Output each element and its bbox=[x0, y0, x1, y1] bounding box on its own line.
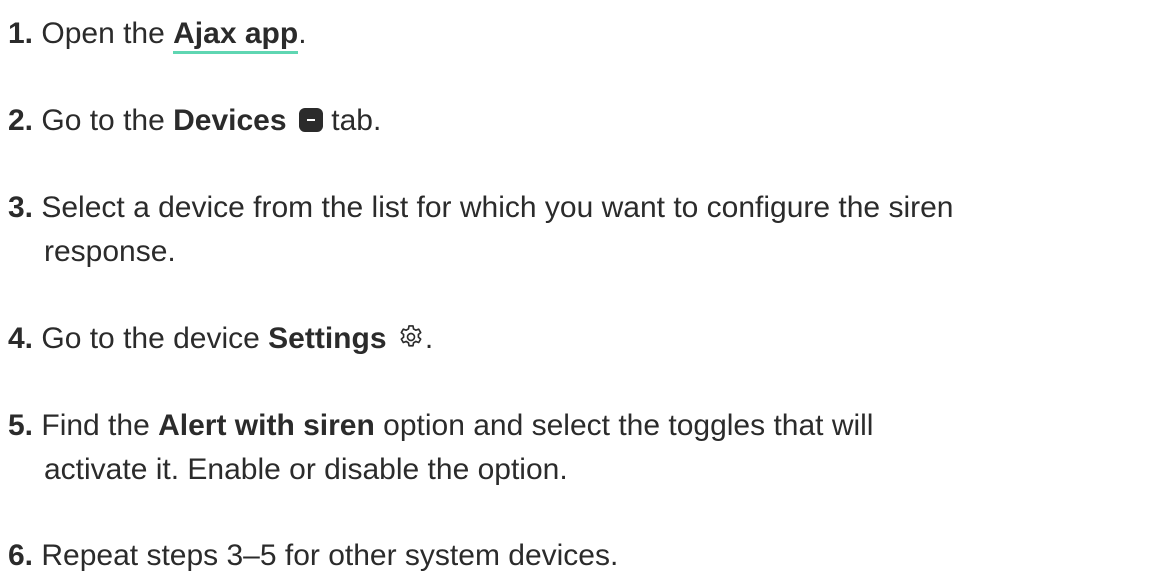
step-text: Go to the bbox=[33, 104, 174, 137]
step-text: Open the bbox=[33, 17, 174, 50]
step-text: Select a device from the list for which … bbox=[33, 191, 954, 224]
step-text: Find the bbox=[33, 409, 159, 442]
settings-label: Settings bbox=[268, 322, 387, 355]
step-3: 3. Select a device from the list for whi… bbox=[8, 186, 953, 274]
step-number: 6. bbox=[8, 539, 34, 572]
step-1: 1. Open the Ajax app. bbox=[8, 12, 307, 56]
devices-label: Devices bbox=[173, 104, 287, 137]
step-text: Go to the device bbox=[33, 322, 269, 355]
step-2: 2. Go to the Devices tab. bbox=[8, 99, 381, 143]
gear-icon bbox=[400, 325, 422, 347]
step-number: 2. bbox=[8, 104, 34, 137]
step-6: 6. Repeat steps 3–5 for other system dev… bbox=[8, 534, 618, 578]
step-number: 3. bbox=[8, 191, 34, 224]
step-text-end: tab. bbox=[322, 104, 382, 137]
step-number: 1. bbox=[8, 17, 34, 50]
step-4: 4. Go to the device Settings . bbox=[8, 317, 433, 361]
step-text-mid: option and select the toggles that will bbox=[374, 409, 874, 442]
step-text-end: . bbox=[424, 322, 434, 355]
alert-with-siren-label: Alert with siren bbox=[158, 409, 375, 442]
step-text-end: . bbox=[298, 17, 307, 50]
step-5: 5. Find the Alert with siren option and … bbox=[8, 404, 873, 492]
step-text-continued: response. bbox=[44, 235, 176, 268]
step-number: 5. bbox=[8, 409, 34, 442]
devices-tab-icon bbox=[298, 108, 323, 132]
step-number: 4. bbox=[8, 322, 34, 355]
ajax-app-link[interactable]: Ajax app bbox=[173, 17, 299, 54]
step-text-continued: activate it. Enable or disable the optio… bbox=[44, 453, 568, 486]
step-text: Repeat steps 3–5 for other system device… bbox=[33, 539, 619, 572]
